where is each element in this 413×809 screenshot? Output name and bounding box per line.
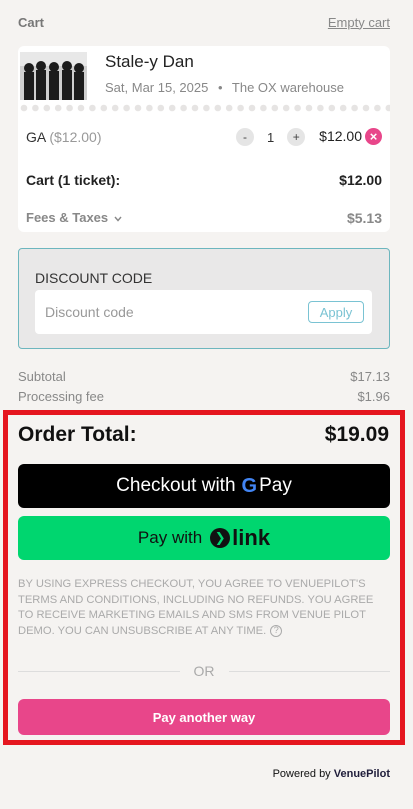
venuepilot-logo[interactable]: VenuePilot (334, 768, 390, 780)
perforation-dot (180, 104, 187, 112)
google-pay-prefix: Checkout with (116, 475, 236, 496)
processing-fee-label: Processing fee (18, 389, 104, 404)
perforation-dot (260, 104, 267, 112)
perforation-divider (20, 104, 390, 112)
fees-label: Fees & Taxes (26, 210, 109, 225)
perforation-dot (237, 104, 244, 112)
divider-line (228, 670, 390, 672)
cart-title: Cart (18, 14, 45, 30)
google-pay-word: Pay (259, 475, 292, 496)
quantity-stepper: - 1 + (236, 126, 306, 148)
empty-cart-link[interactable]: Empty cart (328, 15, 390, 30)
perforation-dot (157, 104, 165, 112)
ticket-type-label: GA (26, 129, 46, 145)
apply-button[interactable]: Apply (308, 301, 364, 323)
event-date: Sat, Mar 15, 2025 (105, 80, 209, 95)
perforation-dot (32, 104, 39, 112)
legal-notice: BY USING EXPRESS CHECKOUT, YOU AGREE TO … (18, 577, 390, 639)
perforation-dot (203, 104, 210, 112)
event-name: Stale-y Dan (105, 52, 194, 71)
order-total-label: Order Total: (18, 423, 137, 446)
subtotal-row: Subtotal $17.13 (18, 369, 390, 384)
processing-fee-amount: $1.96 (357, 389, 390, 404)
perforation-dot (362, 104, 370, 112)
cart-subtotal-row: Cart (1 ticket): $12.00 (26, 172, 382, 188)
perforation-dot (77, 104, 85, 112)
perforation-dot (54, 104, 62, 112)
powered-prefix: Powered by (272, 768, 331, 780)
help-icon[interactable]: ? (270, 624, 283, 637)
quantity-value: 1 (267, 129, 275, 145)
chevron-down-icon (114, 216, 122, 222)
ticket-unit-price: ($12.00) (49, 129, 102, 145)
cart-amount: $12.00 (339, 172, 382, 188)
increment-button[interactable]: + (287, 128, 306, 146)
ticket-line-total: $12.00 (319, 128, 362, 144)
perforation-dot (111, 104, 119, 112)
perforation-dot (146, 104, 153, 112)
perforation-dot (123, 104, 130, 112)
link-pay-button[interactable]: Pay with ❯ link (18, 516, 390, 560)
order-total-amount: $19.09 (324, 423, 389, 446)
checkout-highlight-box: Order Total: $19.09 Checkout with G Pay … (3, 410, 405, 745)
decrement-button[interactable]: - (236, 128, 254, 146)
meta-separator: • (217, 80, 223, 95)
perforation-dot (328, 104, 336, 112)
order-total-row: Order Total: $19.09 (18, 423, 389, 447)
event-venue: The OX warehouse (231, 80, 344, 95)
discount-field: Apply (35, 290, 372, 334)
cart-count-label: Cart (1 ticket): (26, 172, 121, 188)
perforation-dot (191, 104, 199, 112)
link-brand-word: link (232, 525, 271, 550)
perforation-dot (282, 104, 290, 112)
ticket-row: GA ($12.00) - 1 + $12.00 × (26, 126, 382, 148)
perforation-dot (66, 104, 73, 112)
event-meta: Sat, Mar 15, 2025 • The OX warehouse (105, 80, 344, 95)
perforation-dot (294, 104, 301, 112)
fees-row: Fees & Taxes $5.13 (26, 210, 382, 226)
cart-header: Cart Empty cart (18, 13, 390, 31)
cart-card: Stale-y Dan Sat, Mar 15, 2025 • The OX w… (18, 46, 390, 232)
fees-toggle[interactable]: Fees & Taxes (26, 210, 122, 226)
perforation-dot (339, 104, 347, 112)
google-pay-button[interactable]: Checkout with G Pay (18, 464, 390, 508)
perforation-dot (317, 104, 324, 112)
perforation-dot (351, 104, 358, 112)
google-g-icon: G (241, 474, 258, 497)
event-info: Stale-y Dan Sat, Mar 15, 2025 • The OX w… (18, 46, 390, 104)
discount-code-input[interactable] (45, 290, 295, 334)
powered-by: Powered by VenuePilot (273, 768, 390, 780)
perforation-dot (271, 104, 279, 112)
or-divider: OR (18, 663, 390, 679)
perforation-dot (374, 104, 381, 112)
remove-ticket-icon[interactable]: × (365, 128, 382, 145)
discount-section: DISCOUNT CODE Apply (18, 248, 390, 349)
pay-another-way-button[interactable]: Pay another way (18, 699, 390, 735)
perforation-dot (100, 104, 108, 112)
perforation-dot (89, 104, 96, 112)
perforation-dot (248, 104, 256, 112)
fees-amount: $5.13 (346, 210, 382, 226)
perforation-dot (214, 104, 222, 112)
or-label: OR (193, 663, 215, 679)
subtotal-amount: $17.13 (350, 369, 390, 384)
event-thumbnail (20, 52, 87, 100)
perforation-dot (225, 104, 233, 112)
perforation-dot (134, 104, 142, 112)
perforation-dot (20, 104, 28, 112)
perforation-dot (385, 104, 390, 112)
perforation-dot (305, 104, 313, 112)
link-pay-prefix: Pay with (137, 528, 203, 547)
subtotal-label: Subtotal (18, 369, 66, 384)
divider-line (18, 670, 180, 672)
legal-text: BY USING EXPRESS CHECKOUT, YOU AGREE TO … (18, 578, 374, 637)
perforation-dot (43, 104, 51, 112)
link-arrow-icon: ❯ (210, 528, 231, 548)
processing-fee-row: Processing fee $1.96 (18, 389, 390, 404)
discount-label: DISCOUNT CODE (35, 270, 153, 286)
perforation-dot (168, 104, 176, 112)
ticket-type: GA ($12.00) (26, 129, 102, 145)
